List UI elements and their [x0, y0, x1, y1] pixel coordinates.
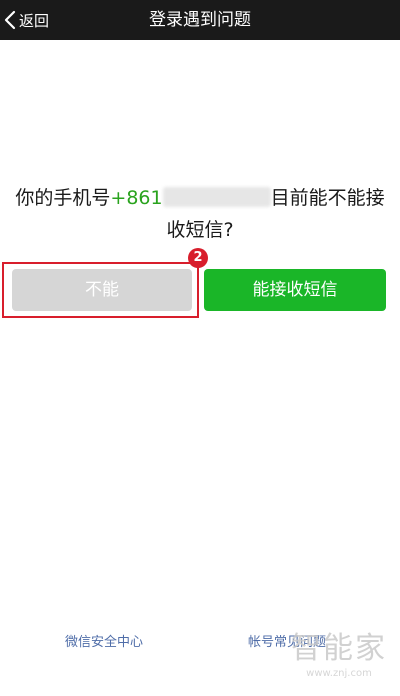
wechat-security-center-link[interactable]: 微信安全中心: [65, 631, 143, 650]
can-receive-sms-button[interactable]: 能接收短信: [204, 269, 386, 311]
watermark: 智能家 www.znj.com: [286, 630, 392, 680]
question-line-2: 收短信?: [166, 219, 234, 241]
question-text: 你的手机号+861 目前能不能接 收短信?: [0, 182, 400, 246]
question-prefix: 你的手机号: [15, 187, 111, 209]
question-line-1: 你的手机号+861 目前能不能接: [0, 182, 400, 214]
redacted-phone-digits: [162, 187, 271, 207]
watermark-text: 智能家: [291, 631, 387, 666]
watermark-url: www.znj.com: [306, 668, 372, 679]
page-title: 登录遇到问题: [149, 10, 251, 30]
phone-number: +861: [110, 187, 163, 209]
step-number-badge: 2: [188, 248, 208, 268]
question-suffix: 目前能不能接: [270, 187, 385, 209]
navigation-bar: 返回 登录遇到问题: [0, 0, 400, 40]
highlight-annotation-box: [2, 262, 199, 318]
